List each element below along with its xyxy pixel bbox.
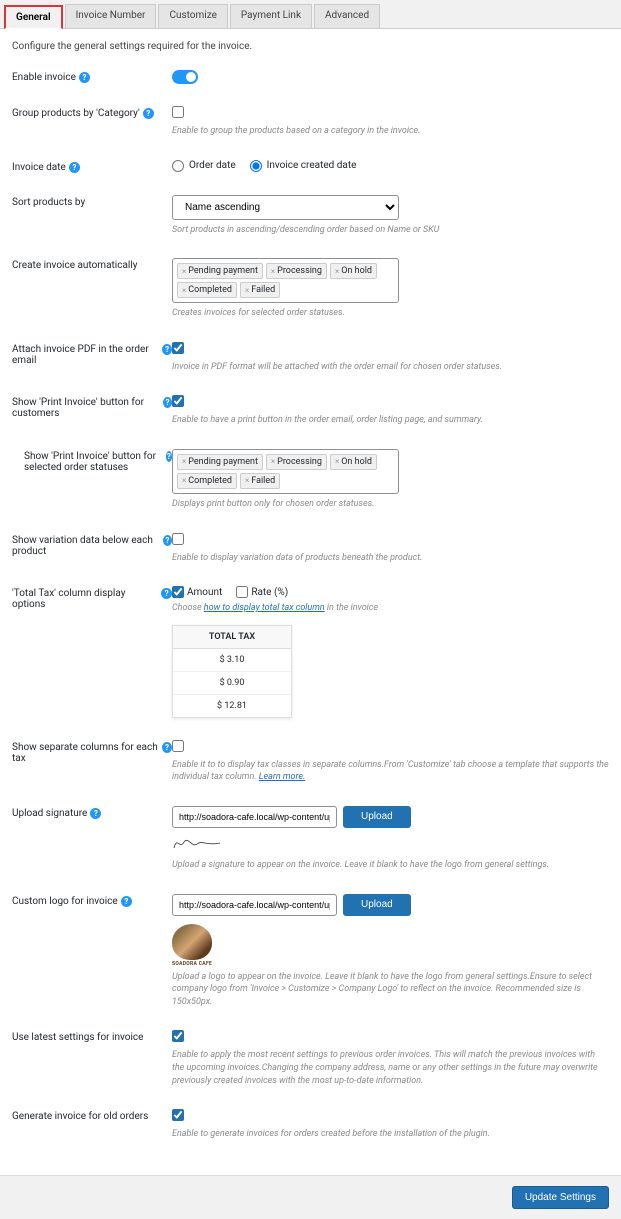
variation-label: Show variation data below each product bbox=[12, 535, 160, 557]
help-icon[interactable]: ? bbox=[163, 397, 172, 408]
remove-icon[interactable]: × bbox=[182, 286, 186, 295]
signature-upload-button[interactable]: Upload bbox=[343, 806, 411, 828]
attach-pdf-hint: Invoice in PDF format will be attached w… bbox=[172, 361, 609, 374]
radio-order-date[interactable] bbox=[172, 160, 184, 172]
print-btn-checkbox[interactable] bbox=[172, 395, 184, 407]
remove-icon[interactable]: × bbox=[335, 267, 339, 276]
status-tag[interactable]: ×Pending payment bbox=[177, 263, 263, 279]
old-orders-checkbox[interactable] bbox=[172, 1109, 184, 1121]
signature-hint: Upload a signature to appear on the invo… bbox=[172, 859, 609, 872]
help-icon[interactable]: ? bbox=[90, 808, 101, 819]
sort-select[interactable]: Name ascending bbox=[172, 195, 399, 220]
tax-help-link[interactable]: how to display total tax column bbox=[204, 603, 325, 613]
old-orders-hint: Enable to generate invoices for orders c… bbox=[172, 1128, 609, 1141]
tax-rate-checkbox[interactable] bbox=[236, 586, 248, 598]
latest-label: Use latest settings for invoice bbox=[12, 1032, 143, 1043]
signature-preview bbox=[172, 834, 609, 855]
logo-label: Custom logo for invoice bbox=[12, 896, 118, 907]
status-tag[interactable]: ×On hold bbox=[330, 454, 377, 470]
remove-icon[interactable]: × bbox=[245, 286, 249, 295]
print-statuses-label: Show 'Print Invoice' button for selected… bbox=[24, 451, 163, 473]
remove-icon[interactable]: × bbox=[335, 457, 339, 466]
logo-hint: Upload a logo to appear on the invoice. … bbox=[172, 971, 609, 1009]
remove-icon[interactable]: × bbox=[182, 457, 186, 466]
print-btn-label: Show 'Print Invoice' button for customer… bbox=[12, 397, 160, 419]
footer-bar: Update Settings bbox=[0, 1175, 621, 1219]
help-icon[interactable]: ? bbox=[162, 742, 172, 753]
help-icon[interactable]: ? bbox=[162, 344, 172, 355]
signature-input[interactable] bbox=[172, 806, 337, 828]
sep-cols-checkbox[interactable] bbox=[172, 740, 184, 752]
variation-hint: Enable to display variation data of prod… bbox=[172, 552, 609, 565]
signature-label: Upload signature bbox=[12, 808, 87, 819]
group-category-label: Group products by 'Category' bbox=[12, 108, 140, 119]
status-tag[interactable]: ×Pending payment bbox=[177, 454, 263, 470]
remove-icon[interactable]: × bbox=[271, 267, 275, 276]
sep-cols-label: Show separate columns for each tax bbox=[12, 742, 159, 764]
help-icon[interactable]: ? bbox=[161, 588, 172, 599]
help-icon[interactable]: ? bbox=[143, 108, 154, 119]
logo-input[interactable] bbox=[172, 894, 337, 916]
help-icon[interactable]: ? bbox=[163, 535, 172, 546]
logo-upload-button[interactable]: Upload bbox=[343, 894, 411, 916]
help-icon[interactable]: ? bbox=[121, 896, 132, 907]
status-tag[interactable]: ×Processing bbox=[266, 454, 327, 470]
group-category-hint: Enable to group the products based on a … bbox=[172, 125, 609, 138]
panel-description: Configure the general settings required … bbox=[12, 41, 609, 52]
status-tag[interactable]: ×Processing bbox=[266, 263, 327, 279]
status-tag[interactable]: ×Failed bbox=[240, 282, 280, 298]
learn-more-link[interactable]: Learn more. bbox=[259, 772, 306, 782]
status-tag[interactable]: ×Failed bbox=[240, 473, 280, 489]
remove-icon[interactable]: × bbox=[245, 476, 249, 485]
help-icon[interactable]: ? bbox=[79, 72, 90, 83]
old-orders-label: Generate invoice for old orders bbox=[12, 1111, 148, 1122]
attach-pdf-checkbox[interactable] bbox=[172, 342, 184, 354]
total-tax-label: 'Total Tax' column display options bbox=[12, 588, 158, 610]
logo-preview: SOADORA CAFE bbox=[172, 924, 609, 967]
tab-customize[interactable]: Customize bbox=[158, 4, 227, 28]
sort-label: Sort products by bbox=[12, 197, 85, 208]
remove-icon[interactable]: × bbox=[271, 457, 275, 466]
invoice-date-label: Invoice date bbox=[12, 162, 66, 173]
tab-general[interactable]: General bbox=[4, 5, 63, 29]
auto-create-tagbox[interactable]: ×Pending payment ×Processing ×On hold ×C… bbox=[172, 258, 399, 303]
latest-checkbox[interactable] bbox=[172, 1030, 184, 1042]
latest-hint: Enable to apply the most recent settings… bbox=[172, 1049, 609, 1087]
enable-invoice-toggle[interactable] bbox=[172, 70, 198, 84]
remove-icon[interactable]: × bbox=[182, 476, 186, 485]
auto-create-hint: Creates invoices for selected order stat… bbox=[172, 307, 609, 320]
tab-invoice-number[interactable]: Invoice Number bbox=[65, 4, 157, 28]
print-statuses-hint: Displays print button only for chosen or… bbox=[172, 498, 609, 511]
settings-panel: Configure the general settings required … bbox=[0, 29, 621, 1175]
status-tag[interactable]: ×Completed bbox=[177, 473, 237, 489]
remove-icon[interactable]: × bbox=[182, 267, 186, 276]
status-tag[interactable]: ×Completed bbox=[177, 282, 237, 298]
enable-invoice-label: Enable invoice bbox=[12, 72, 76, 83]
tax-preview-table: TOTAL TAX $ 3.10 $ 0.90 $ 12.81 bbox=[172, 625, 292, 718]
radio-created-date[interactable] bbox=[250, 160, 262, 172]
tabs-bar: General Invoice Number Customize Payment… bbox=[0, 0, 621, 29]
auto-create-label: Create invoice automatically bbox=[12, 260, 138, 271]
tax-amount-checkbox[interactable] bbox=[172, 586, 184, 598]
print-btn-hint: Enable to have a print button in the ord… bbox=[172, 414, 609, 427]
group-category-checkbox[interactable] bbox=[172, 106, 184, 118]
print-statuses-tagbox[interactable]: ×Pending payment ×Processing ×On hold ×C… bbox=[172, 449, 399, 494]
attach-pdf-label: Attach invoice PDF in the order email bbox=[12, 344, 159, 366]
status-tag[interactable]: ×On hold bbox=[330, 263, 377, 279]
sort-hint: Sort products in ascending/descending or… bbox=[172, 224, 609, 237]
help-icon[interactable]: ? bbox=[69, 162, 80, 173]
update-settings-button[interactable]: Update Settings bbox=[512, 1186, 609, 1209]
tab-payment-link[interactable]: Payment Link bbox=[230, 4, 312, 28]
tab-advanced[interactable]: Advanced bbox=[314, 4, 380, 28]
variation-checkbox[interactable] bbox=[172, 533, 184, 545]
